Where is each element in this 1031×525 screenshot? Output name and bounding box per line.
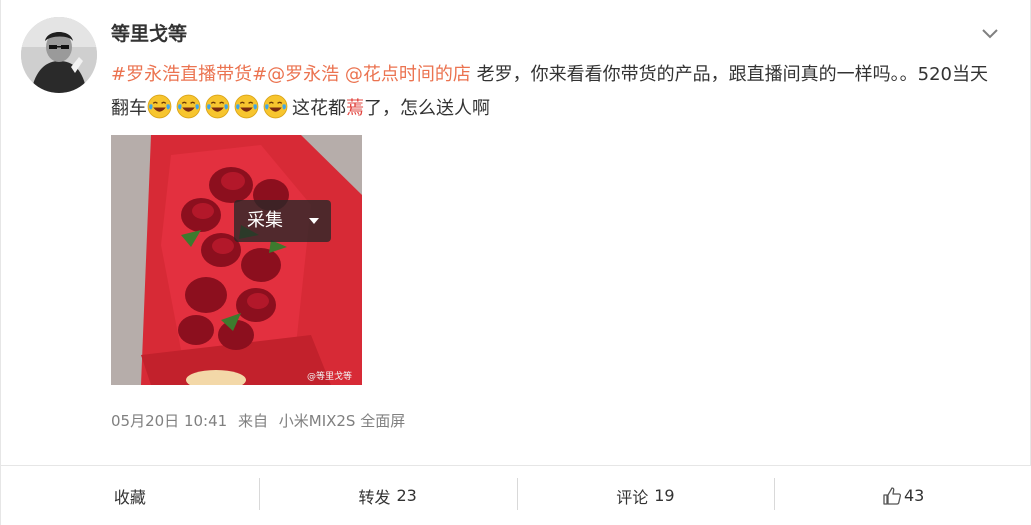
comment-button[interactable]: 评论 19 xyxy=(516,466,775,525)
comment-label: 评论 xyxy=(616,487,649,507)
laugh-cry-emoji xyxy=(147,94,172,119)
repost-label: 转发 xyxy=(358,487,391,507)
collect-button[interactable]: 采集 xyxy=(234,200,331,242)
store-link[interactable]: 花点时间的店 xyxy=(363,64,471,85)
laugh-cry-emoji xyxy=(176,94,201,119)
post-meta: 05月20日 10:41 来自 小米MIX2S 全面屏 xyxy=(111,410,411,432)
laugh-cry-emoji xyxy=(205,94,230,119)
chevron-down-icon[interactable] xyxy=(980,24,1000,44)
source-prefix: 来自 xyxy=(237,412,268,430)
username[interactable]: 等里戈等 xyxy=(111,21,187,47)
highlight-char: 蔫 xyxy=(346,98,364,119)
favorite-label: 收藏 xyxy=(113,487,146,507)
post-body-text-3: 了，怎么送人啊 xyxy=(364,98,490,119)
hashtag-link[interactable]: #罗永浩直播带货# xyxy=(111,64,267,85)
caret-down-icon xyxy=(309,218,319,224)
weibo-post-card: 等里戈等 #罗永浩直播带货#@罗永浩 @花点时间的店 老罗，你来看看你带货的产品… xyxy=(0,0,1031,525)
post-body-text-2: 这花都 xyxy=(292,98,346,119)
emoji-group xyxy=(147,94,292,119)
repost-button[interactable]: 转发 23 xyxy=(258,466,517,525)
mention-prefix[interactable]: @ xyxy=(339,64,363,85)
avatar[interactable] xyxy=(21,17,97,93)
post-source[interactable]: 小米MIX2S 全面屏 xyxy=(279,412,405,430)
collect-label: 采集 xyxy=(247,210,283,231)
comment-count: 19 xyxy=(654,486,675,505)
like-button[interactable]: 43 xyxy=(774,466,1031,525)
thumbs-up-icon xyxy=(882,486,902,506)
post-photo[interactable]: @等里戈等 xyxy=(111,135,362,385)
mention-link[interactable]: @罗永浩 xyxy=(267,64,339,85)
laugh-cry-emoji xyxy=(263,94,288,119)
laugh-cry-emoji xyxy=(234,94,259,119)
photo-watermark: @等里戈等 xyxy=(306,372,352,382)
like-count: 43 xyxy=(903,486,925,505)
post-time[interactable]: 05月20日 10:41 xyxy=(111,412,227,430)
repost-count: 23 xyxy=(396,486,417,505)
post-text: #罗永浩直播带货#@罗永浩 @花点时间的店 老罗，你来看看你带货的产品，跟直播间… xyxy=(111,58,991,126)
favorite-button[interactable]: 收藏 xyxy=(1,466,259,525)
action-bar: 收藏 转发 23 评论 19 43 xyxy=(1,465,1031,525)
